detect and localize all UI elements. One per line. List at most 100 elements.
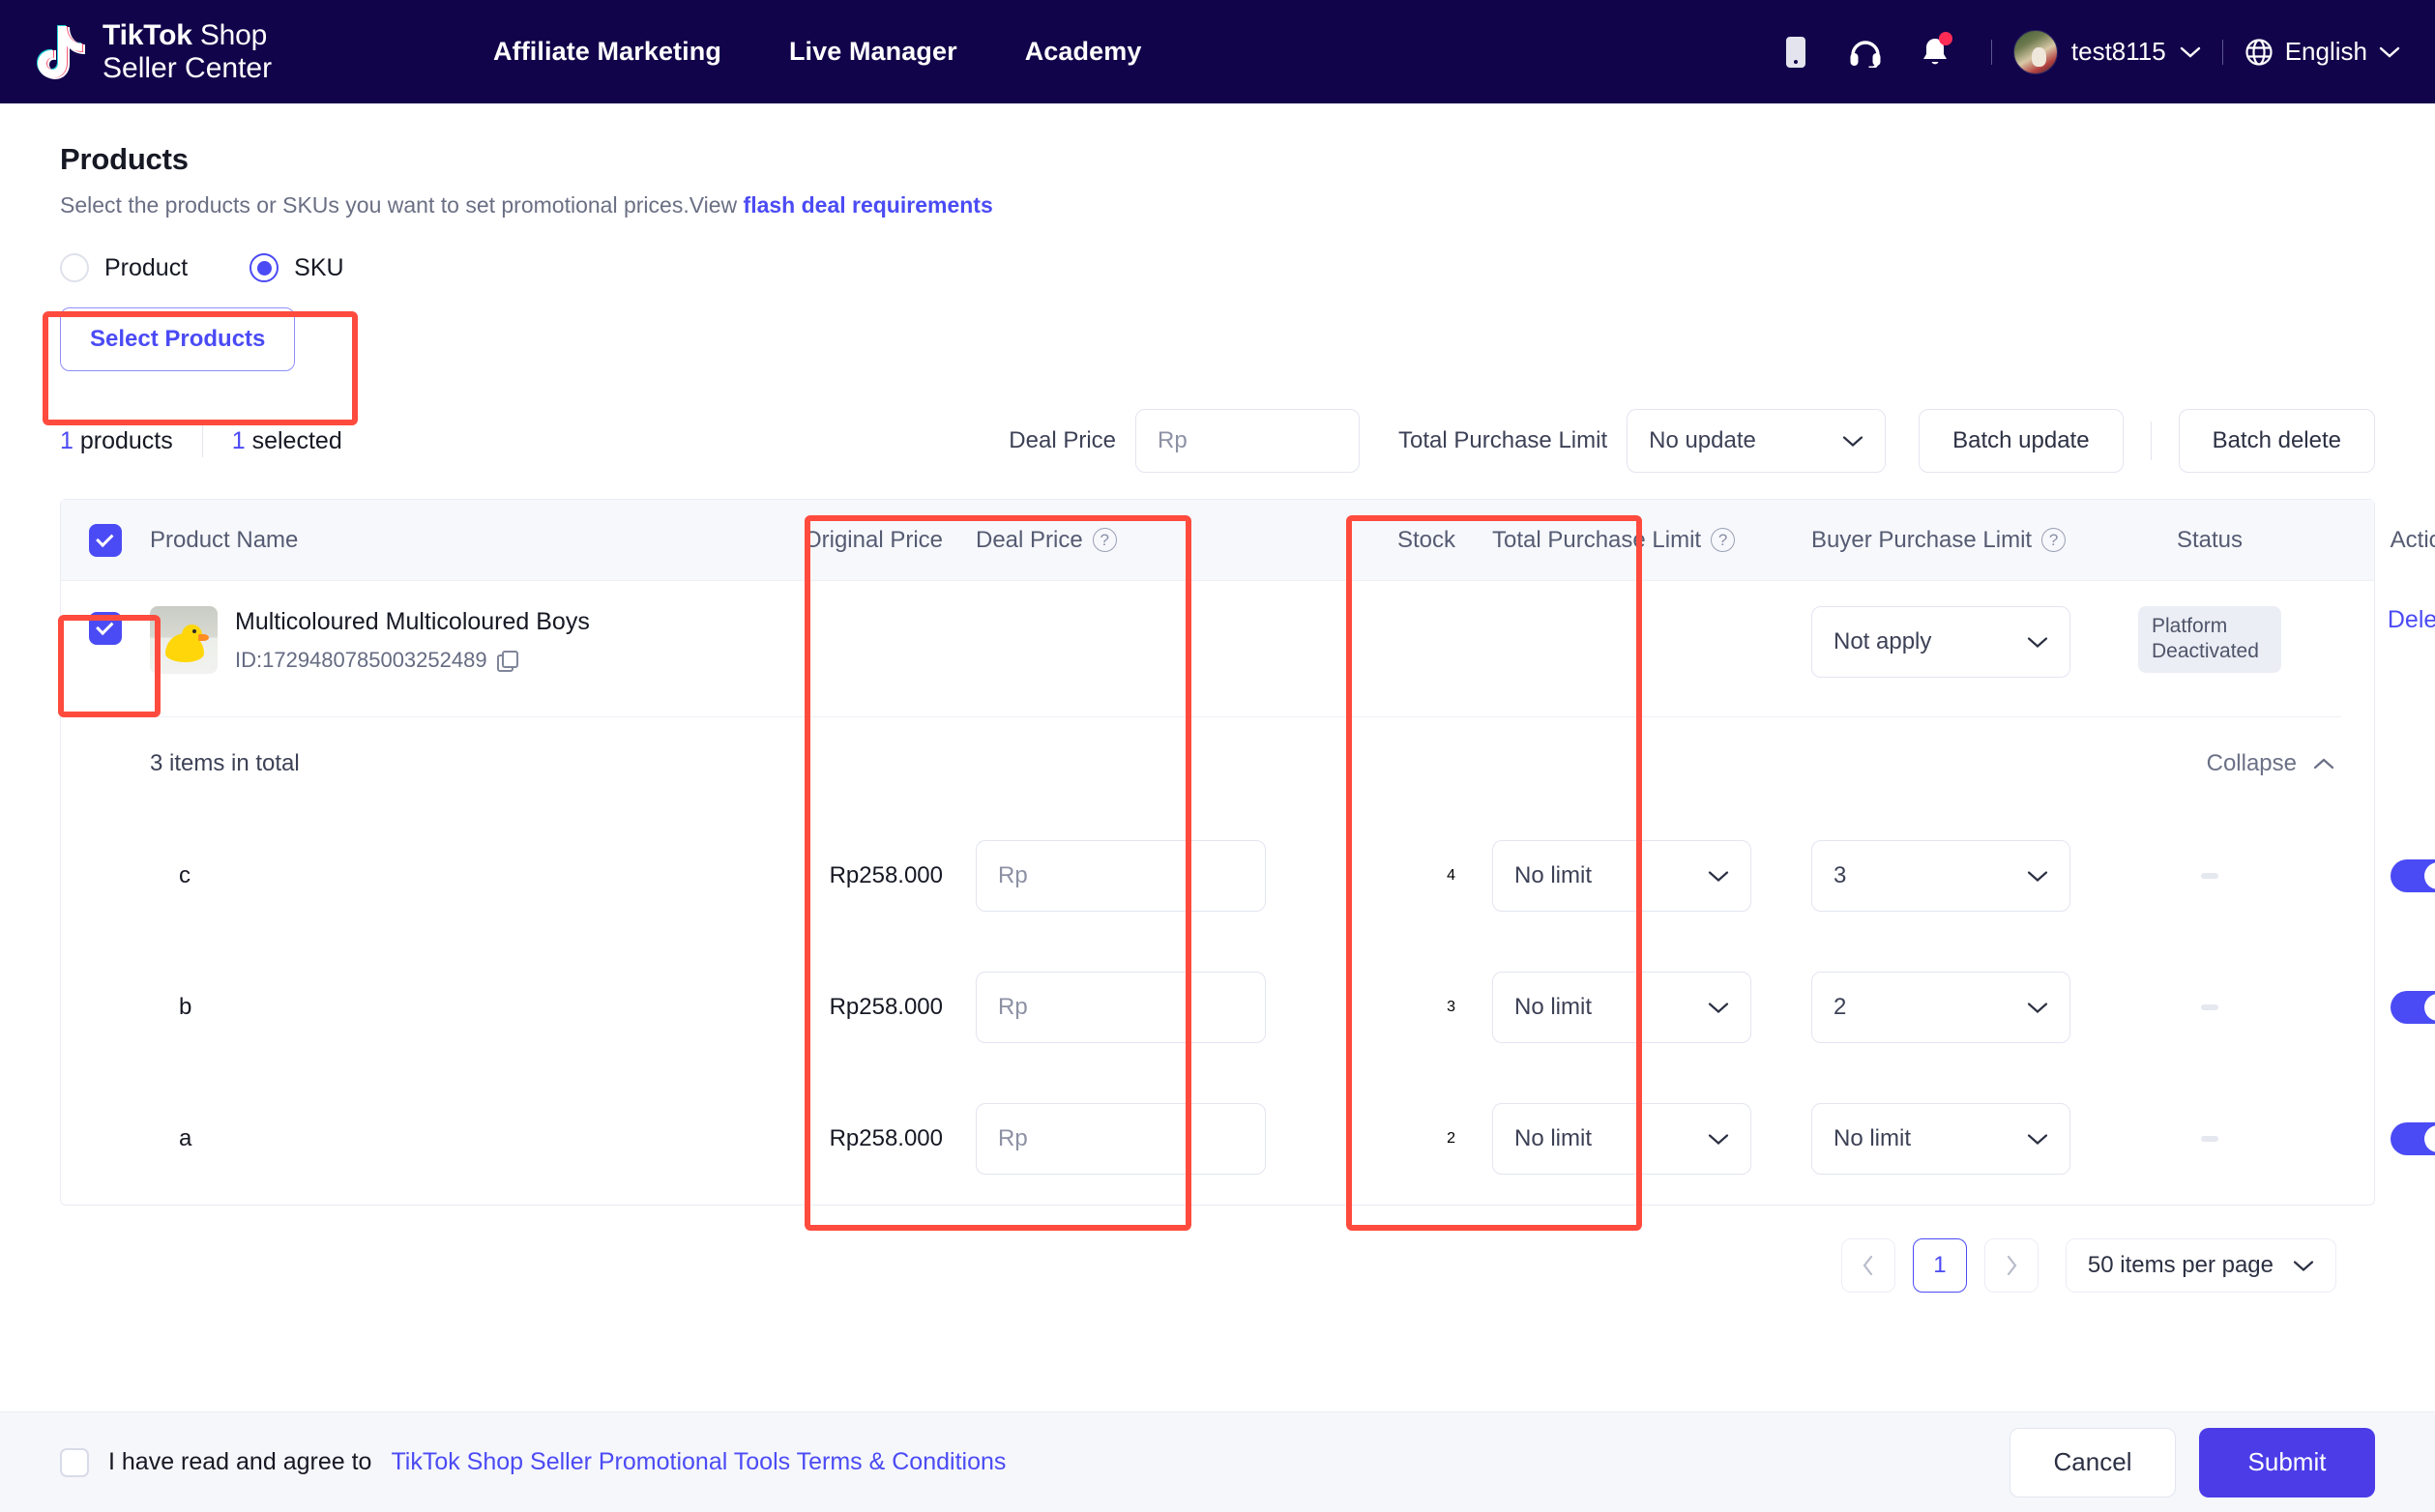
chevron-down-icon [1708,870,1729,882]
sku-total-purchase-limit-select[interactable]: No limit [1492,1103,1751,1175]
total-purchase-limit-batch-value: No update [1649,427,1756,453]
sku-buyer-purchase-limit-select[interactable]: 2 [1811,972,2070,1043]
table-row-sku: a Rp258.000 Rp 2 No limit No limit [61,1073,2435,1205]
nav-divider-2 [2221,39,2223,65]
chevron-down-icon [2027,1133,2048,1145]
notifications-button[interactable] [1900,23,1970,81]
select-products-button[interactable]: Select Products [60,307,296,371]
product-id: ID:1729480785003252489 [235,648,487,672]
chevron-down-icon [2027,870,2048,882]
agree-checkbox[interactable] [60,1447,89,1477]
language-selector[interactable]: English [2244,37,2400,67]
sku-deal-price-input[interactable]: Rp [976,972,1266,1043]
counts-divider [201,424,203,457]
column-header-original-price: Original Price [803,526,943,553]
batch-delete-button[interactable]: Batch delete [2178,409,2375,473]
copy-icon[interactable] [496,651,518,672]
bulk-actions-toolbar: 1 products 1 selected Deal Price Rp Tota… [60,404,2375,478]
sku-deal-price-input[interactable]: Rp [976,840,1266,912]
select-all-checkbox[interactable] [89,523,122,557]
product-count-value: 1 [60,426,73,454]
radio-label-sku: SKU [294,253,344,281]
nav-item-affiliate-marketing[interactable]: Affiliate Marketing [493,37,721,67]
column-header-action: Action [2390,526,2435,553]
chevron-down-icon [2293,1260,2314,1271]
support-button[interactable] [1831,23,1900,81]
sku-enable-toggle[interactable] [2391,991,2435,1024]
radio-option-product[interactable]: Product [60,253,188,282]
nav-divider-1 [1990,39,1992,65]
product-row-checkbox[interactable] [89,612,122,645]
logo-shop-word: Shop [191,18,268,51]
product-buyer-purchase-limit-select[interactable]: Not apply [1811,606,2070,678]
deal-price-help-icon[interactable]: ? [1092,528,1117,552]
chevron-down-icon [1708,1133,1729,1145]
logo-seller-center-word: Seller Center [103,51,273,84]
sku-total-purchase-limit-select[interactable]: No limit [1492,972,1751,1043]
sku-buyer-purchase-limit-select[interactable]: 3 [1811,840,2070,912]
user-menu[interactable]: test8115 [2012,29,2201,74]
nav-item-academy[interactable]: Academy [1025,37,1142,67]
sku-total-purchase-limit-value: No limit [1514,1125,1593,1151]
primary-nav-links: Affiliate Marketing Live Manager Academy [493,37,1141,67]
sku-total-purchase-limit-select[interactable]: No limit [1492,840,1751,912]
product-id-row: ID:1729480785003252489 [235,648,590,673]
total-purchase-limit-batch-select[interactable]: No update [1627,409,1887,473]
delete-product-link[interactable]: Delete [2388,606,2435,634]
sku-status-empty-dash [2201,873,2218,879]
selected-count-value: 1 [231,426,246,454]
cancel-button[interactable]: Cancel [2010,1427,2176,1497]
pagination-next-button[interactable] [1983,1238,2039,1293]
nav-item-live-manager[interactable]: Live Manager [789,37,957,67]
buyer-purchase-limit-help-icon[interactable]: ? [2041,528,2067,552]
column-header-buyer-purchase-limit-label: Buyer Purchase Limit [1811,526,2033,553]
avatar [2012,29,2058,74]
sku-original-price: Rp258.000 [829,1125,943,1151]
app-root: TikTok Shop Seller Center Affiliate Mark… [0,0,2435,1512]
terms-and-conditions-link[interactable]: TikTok Shop Seller Promotional Tools Ter… [391,1448,1006,1476]
globe-icon [2245,38,2273,66]
product-info-cell: Multicoloured Multicoloured Boys ID:1729… [150,606,691,674]
sku-deal-price-cell: Rp [943,972,1281,1043]
product-buyer-purchase-limit-value: Not apply [1834,628,1932,654]
sku-deal-price-input[interactable]: Rp [976,1103,1266,1175]
total-purchase-limit-help-icon[interactable]: ? [1711,528,1736,552]
column-header-deal-price-label: Deal Price [976,526,1083,553]
select-all-cell [61,523,150,557]
product-status-cell: Platform Deactivated [2094,606,2326,673]
column-header-stock: Stock [1396,526,1455,553]
deal-price-label: Deal Price [1009,427,1117,453]
sku-buyer-purchase-limit-select[interactable]: No limit [1811,1103,2070,1175]
column-header-product-name: Product Name [150,526,299,553]
pagination-page-1[interactable]: 1 [1912,1238,1967,1293]
chevron-down-icon [2027,636,2048,648]
mobile-app-button[interactable] [1761,23,1831,81]
sku-total-purchase-limit-cell: No limit [1455,840,1775,912]
tiktok-shop-seller-center-logo[interactable]: TikTok Shop Seller Center [35,19,451,84]
status-badge: Platform Deactivated [2138,606,2281,673]
submit-button[interactable]: Submit [2199,1427,2375,1497]
chevron-left-icon [1863,1255,1872,1276]
sku-enable-toggle[interactable] [2391,1122,2435,1155]
product-name: Multicoloured Multicoloured Boys [235,608,590,635]
counts-summary: 1 products 1 selected [60,424,342,457]
logo-tiktok-word: TikTok [103,18,192,51]
page-size-select[interactable]: 50 items per page [2065,1238,2336,1293]
sku-status-cell [2094,1004,2326,1010]
sku-total-purchase-limit-value: No limit [1514,994,1593,1020]
radio-icon-sku [249,253,279,282]
batch-update-button[interactable]: Batch update [1919,409,2124,473]
product-count-label: products [73,426,173,454]
sku-enable-toggle[interactable] [2391,859,2435,892]
collapse-toggle[interactable]: Collapse [2207,750,2335,777]
selected-count: 1 selected [232,427,342,455]
deal-price-batch-input[interactable]: Rp [1135,409,1361,473]
radio-option-sku[interactable]: SKU [249,253,344,282]
chevron-down-icon [2180,46,2200,58]
product-buyer-purchase-limit-cell: Not apply [1775,606,2094,678]
pagination-prev-button[interactable] [1840,1238,1895,1293]
flash-deal-requirements-link[interactable]: flash deal requirements [744,192,993,218]
notification-badge-dot [1938,31,1952,45]
duck-beak-shape [198,634,209,641]
column-header-buyer-purchase-limit: Buyer Purchase Limit ? [1775,527,2094,554]
